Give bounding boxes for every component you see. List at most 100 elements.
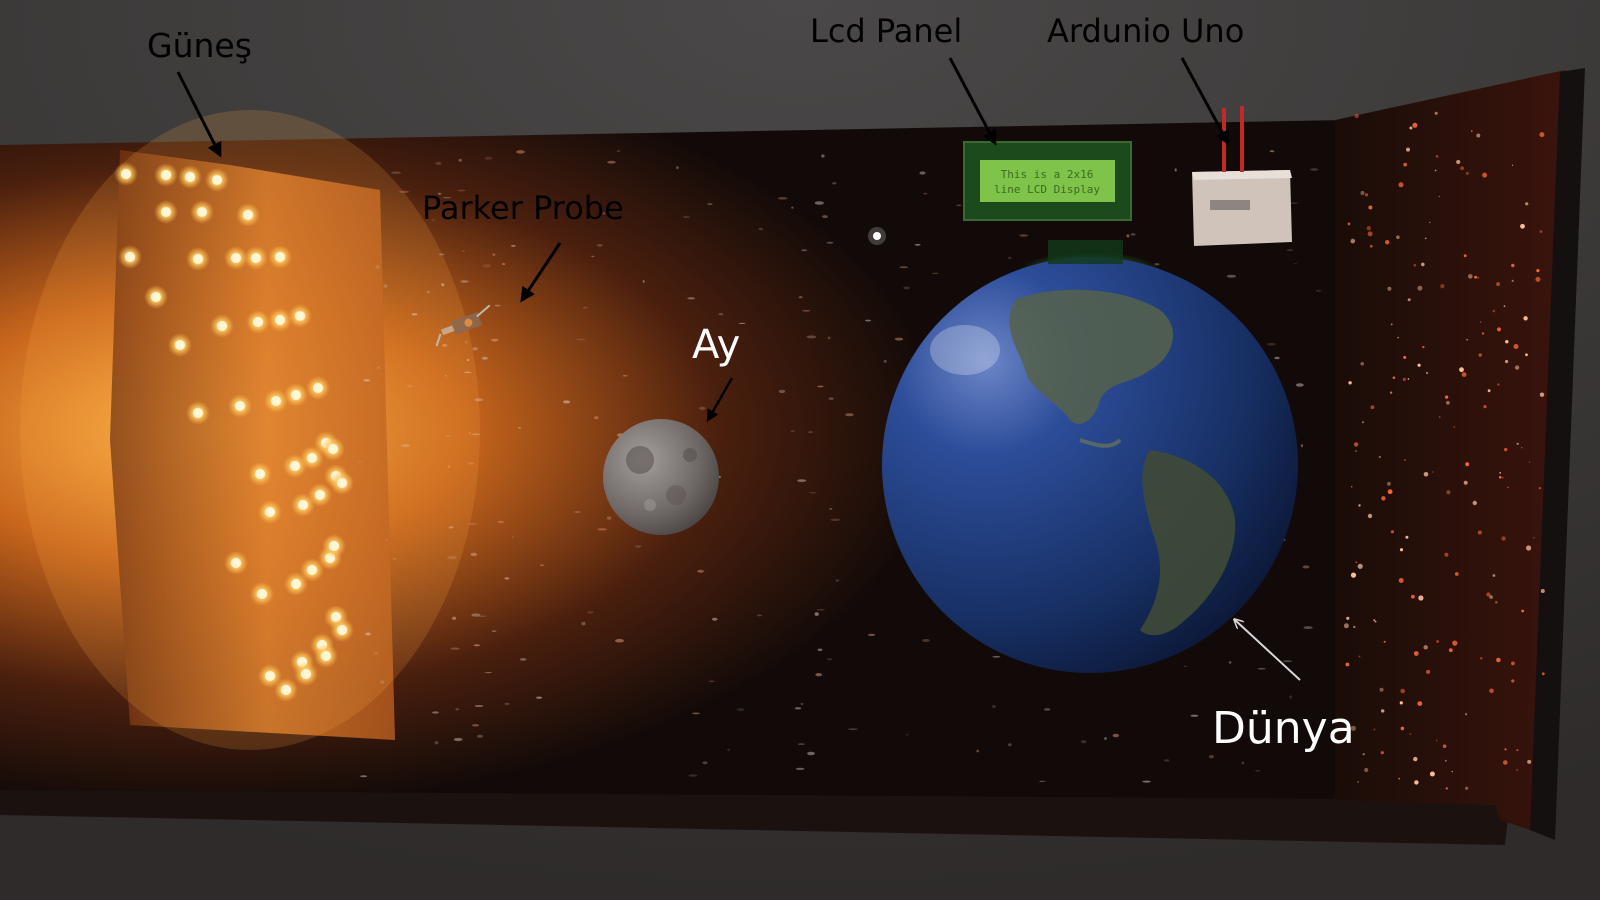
star	[1444, 552, 1449, 557]
star	[377, 366, 381, 369]
star	[1459, 367, 1464, 373]
star	[472, 347, 478, 351]
star	[1514, 365, 1520, 370]
star	[808, 431, 813, 433]
star	[1369, 244, 1373, 248]
star	[1269, 150, 1275, 153]
star	[1390, 530, 1394, 534]
star	[1466, 339, 1468, 341]
star	[1477, 276, 1480, 279]
star	[581, 621, 586, 626]
star	[906, 733, 909, 736]
star	[1520, 223, 1525, 229]
star	[1396, 235, 1400, 239]
star	[778, 389, 786, 394]
star	[519, 658, 527, 661]
led	[265, 671, 275, 681]
star	[795, 767, 805, 771]
star	[1387, 286, 1392, 291]
star	[1477, 530, 1482, 535]
star	[1398, 777, 1401, 780]
star	[808, 492, 817, 494]
star	[511, 535, 514, 539]
star	[1492, 309, 1496, 313]
led	[321, 651, 331, 661]
star	[1373, 619, 1376, 622]
led	[125, 252, 135, 262]
star	[1373, 728, 1376, 731]
star	[1126, 234, 1130, 238]
star	[992, 704, 996, 709]
star	[1461, 372, 1467, 377]
lcd-line-2: line LCD Display	[994, 183, 1100, 196]
star	[622, 374, 628, 377]
star	[919, 171, 926, 175]
star	[1409, 733, 1412, 735]
star	[1300, 444, 1303, 448]
star	[832, 182, 837, 185]
star	[1303, 626, 1313, 629]
star	[1498, 476, 1502, 479]
star	[1504, 447, 1508, 452]
star	[1381, 496, 1386, 501]
star	[1358, 655, 1361, 658]
star	[923, 192, 928, 195]
star	[817, 385, 824, 388]
star	[1516, 442, 1519, 445]
star	[1039, 780, 1046, 782]
star	[1422, 345, 1425, 349]
led	[301, 669, 311, 679]
star	[447, 465, 450, 469]
star	[1503, 305, 1506, 307]
star	[375, 265, 380, 269]
star	[1257, 667, 1266, 670]
star	[1184, 665, 1187, 667]
star	[1521, 447, 1523, 449]
star	[1440, 284, 1445, 289]
star	[1497, 327, 1501, 332]
star	[1445, 787, 1449, 790]
star	[1539, 392, 1545, 397]
star	[756, 614, 763, 617]
star	[1489, 688, 1494, 694]
star	[497, 520, 504, 524]
star	[504, 577, 510, 580]
star	[1357, 781, 1359, 783]
star	[1511, 263, 1515, 268]
led	[243, 210, 253, 220]
star	[1494, 600, 1498, 604]
star	[1289, 695, 1292, 699]
star	[992, 656, 1001, 658]
star	[1474, 275, 1477, 279]
star	[1478, 353, 1482, 357]
star	[1368, 205, 1373, 210]
star	[607, 160, 616, 164]
star	[1358, 504, 1361, 507]
star	[1539, 132, 1545, 138]
star	[800, 702, 804, 706]
star	[1476, 133, 1481, 138]
star	[1504, 748, 1507, 751]
led	[151, 292, 161, 302]
star	[401, 444, 410, 448]
star	[477, 734, 483, 738]
star	[406, 384, 413, 389]
star	[1164, 759, 1170, 762]
star	[460, 280, 469, 283]
star	[438, 253, 445, 256]
star	[1423, 645, 1428, 650]
star	[481, 356, 488, 360]
star	[1412, 122, 1418, 128]
star	[1436, 640, 1440, 643]
star	[1511, 164, 1514, 166]
star	[1343, 623, 1349, 629]
led	[281, 685, 291, 695]
star	[1282, 660, 1293, 663]
star	[1407, 378, 1410, 380]
star	[1540, 589, 1545, 593]
star	[1507, 486, 1509, 489]
star	[470, 552, 478, 557]
star	[1516, 749, 1519, 752]
led	[257, 589, 267, 599]
star	[471, 724, 480, 727]
